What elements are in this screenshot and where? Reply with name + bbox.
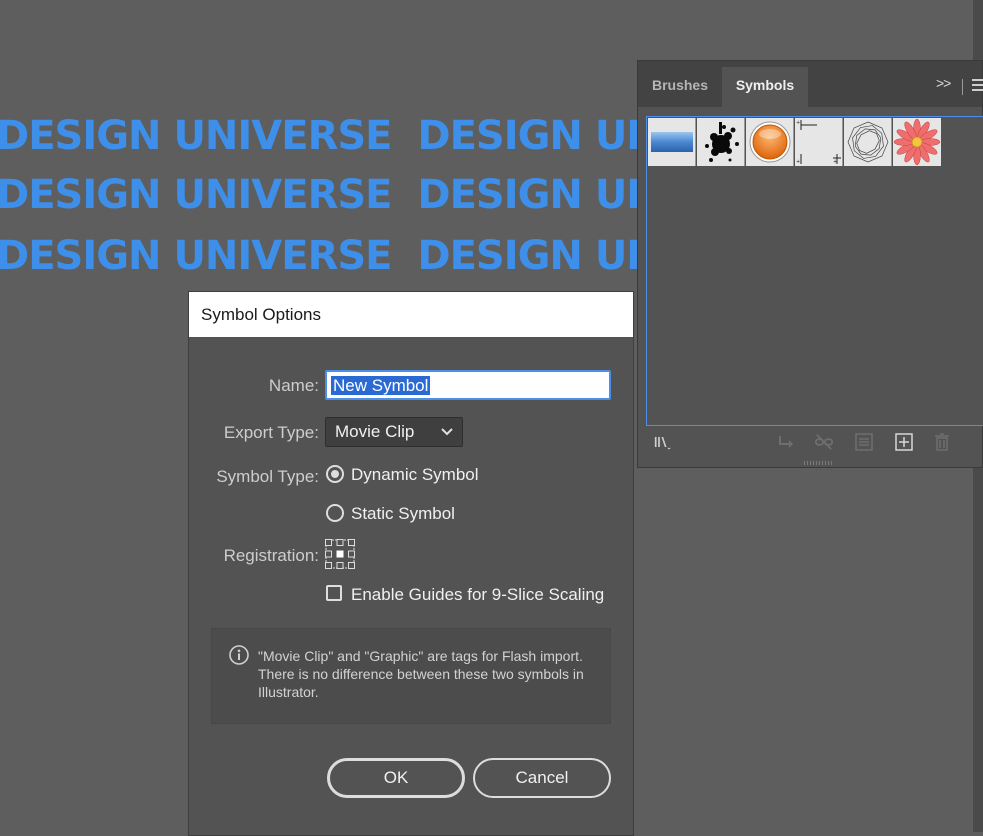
symbol-grid[interactable]: + + + <box>646 116 983 426</box>
place-symbol-instance-icon[interactable] <box>776 432 796 452</box>
blue-gradient-banner-icon[interactable] <box>648 118 696 166</box>
symbol-name-input[interactable]: New Symbol <box>325 370 611 400</box>
export-type-label: Export Type: <box>223 423 319 442</box>
dynamic-symbol-label[interactable]: Dynamic Symbol <box>351 465 479 485</box>
static-symbol-radio[interactable] <box>326 504 344 522</box>
ink-splatter-icon[interactable] <box>697 118 745 166</box>
panel-separator <box>962 79 963 95</box>
info-icon <box>229 645 249 665</box>
nine-slice-checkbox[interactable] <box>326 585 342 601</box>
artwork-text-line-1[interactable]: DESIGN UNIVERSE DESIGN UNIVERSE <box>0 111 640 161</box>
wire-ring-icon[interactable] <box>844 118 892 166</box>
dynamic-symbol-radio[interactable] <box>326 465 344 483</box>
cancel-button[interactable]: Cancel <box>473 758 611 798</box>
registration-label: Registration: <box>223 546 319 565</box>
svg-text:+: + <box>833 159 837 165</box>
symbol-name-value: New Symbol <box>331 376 431 395</box>
tab-symbols[interactable]: Symbols <box>722 67 808 107</box>
ok-button[interactable]: OK <box>327 758 465 798</box>
export-type-select[interactable]: Movie Clip <box>325 417 463 447</box>
registration-point-grid[interactable] <box>325 539 355 569</box>
tab-brushes[interactable]: Brushes <box>638 67 722 107</box>
symbol-options-icon[interactable] <box>854 432 874 452</box>
panel-menu-icon[interactable] <box>972 79 983 94</box>
static-symbol-label[interactable]: Static Symbol <box>351 504 455 524</box>
artwork-text-line-2[interactable]: DESIGN UNIVERSE DESIGN UNIVERSE <box>0 170 640 220</box>
symbol-libraries-icon[interactable] <box>654 432 674 452</box>
panel-footer <box>638 428 982 458</box>
nine-slice-label[interactable]: Enable Guides for 9-Slice Scaling <box>351 585 604 605</box>
symbols-panel: Brushes Symbols >> + + + <box>637 60 983 468</box>
panel-resize-grip[interactable] <box>804 461 834 465</box>
new-symbol-icon[interactable] <box>894 432 914 452</box>
info-text: "Movie Clip" and "Graphic" are tags for … <box>258 648 584 700</box>
crop-marks-icon[interactable]: + + + <box>795 118 843 166</box>
name-label: Name: <box>268 376 319 395</box>
symbol-options-dialog: Symbol Options Name: New Symbol Export T… <box>188 291 634 836</box>
dialog-title: Symbol Options <box>201 305 321 324</box>
symbol-type-label: Symbol Type: <box>216 467 319 486</box>
daisy-flower-icon[interactable] <box>893 118 941 166</box>
export-type-value: Movie Clip <box>335 422 415 441</box>
svg-text:+: + <box>796 159 800 165</box>
info-box: "Movie Clip" and "Graphic" are tags for … <box>211 628 611 724</box>
artwork-text-line-3[interactable]: DESIGN UNIVERSE DESIGN UNIVERSE <box>0 231 640 281</box>
panel-collapse-icon[interactable]: >> <box>936 75 951 91</box>
delete-symbol-icon[interactable] <box>932 432 952 452</box>
break-link-icon[interactable] <box>814 432 834 452</box>
orange-button-icon[interactable] <box>746 118 794 166</box>
svg-text:+: + <box>796 120 800 126</box>
dialog-titlebar[interactable]: Symbol Options <box>189 292 633 337</box>
panel-tab-bar: Brushes Symbols >> <box>638 61 983 107</box>
chevron-down-icon <box>441 428 453 436</box>
